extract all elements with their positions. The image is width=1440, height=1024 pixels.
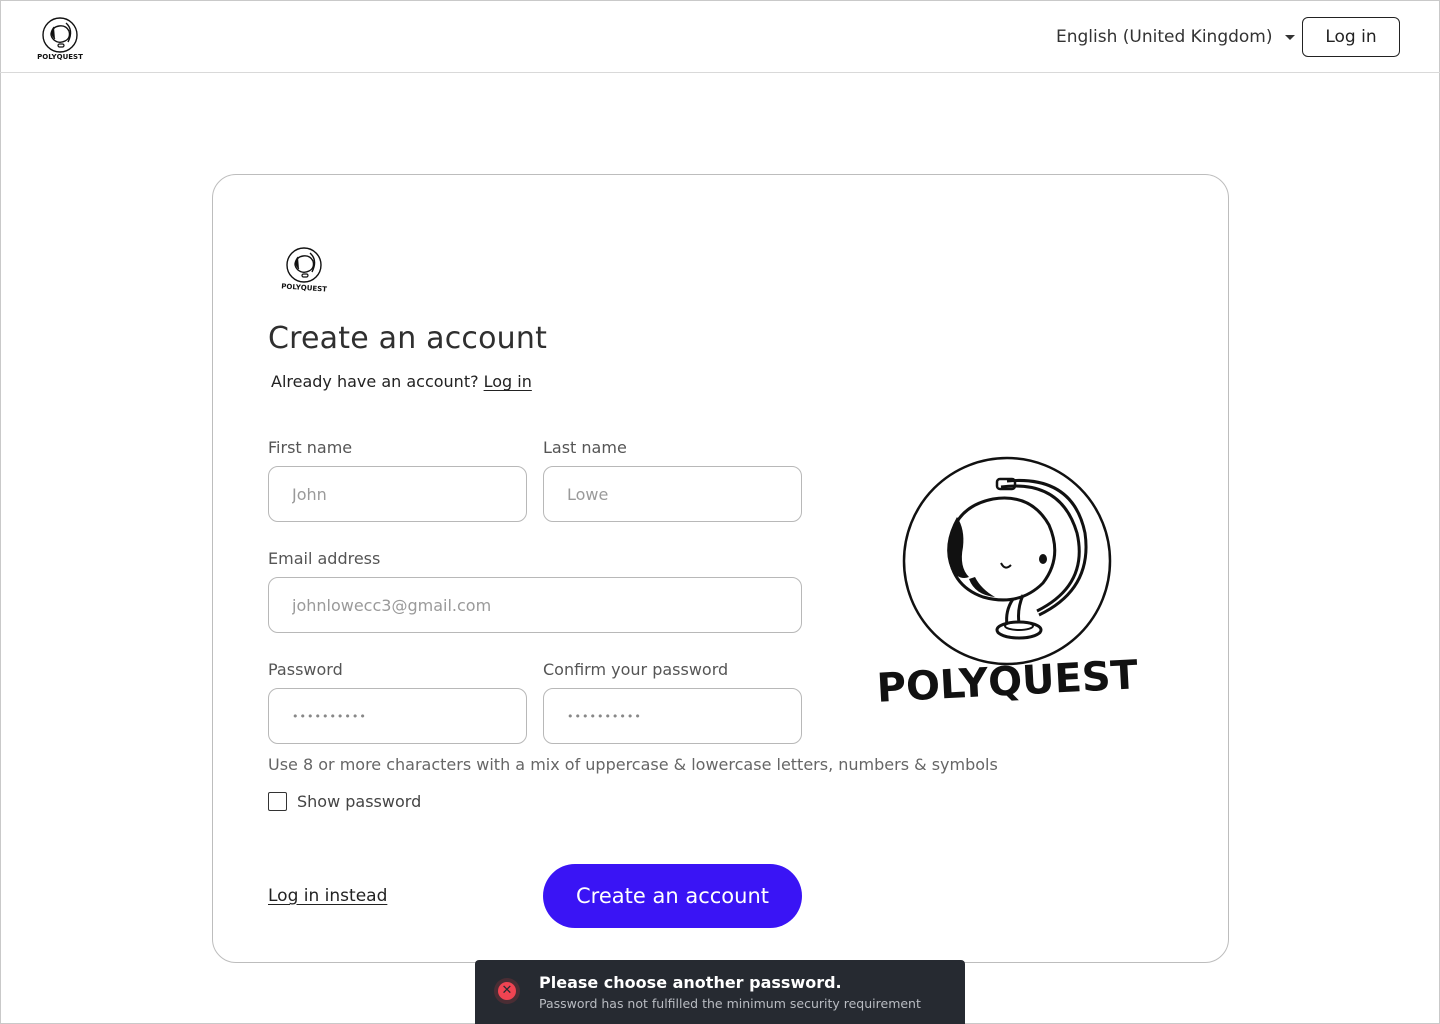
create-account-button[interactable]: Create an account	[543, 864, 802, 928]
brand-logo[interactable]: POLYQUEST	[36, 14, 84, 62]
hero-brand-logo: POLYQUEST	[873, 455, 1143, 715]
first-name-input[interactable]	[268, 466, 527, 522]
globe-illustration-icon: POLYQUEST	[876, 456, 1140, 712]
globe-logo-icon: POLYQUEST	[37, 17, 83, 61]
svg-text:POLYQUEST: POLYQUEST	[37, 53, 83, 61]
error-toast: ✕ Please choose another password. Passwo…	[475, 960, 965, 1024]
show-password-toggle[interactable]: Show password	[268, 792, 421, 811]
have-account-row: Already have an account? Log in	[271, 372, 532, 391]
header-login-button[interactable]: Log in	[1302, 17, 1400, 57]
toast-title: Please choose another password.	[539, 973, 842, 992]
signup-card: POLYQUEST Create an account Already have…	[212, 174, 1229, 963]
last-name-label: Last name	[543, 438, 627, 457]
login-link[interactable]: Log in	[484, 372, 532, 391]
show-password-checkbox[interactable]	[268, 792, 287, 811]
language-label: English (United Kingdom)	[1056, 27, 1273, 47]
page-title: Create an account	[268, 321, 548, 356]
toast-message: Password has not fulfilled the minimum s…	[539, 996, 921, 1011]
card-brand-logo: POLYQUEST	[281, 245, 329, 295]
last-name-input[interactable]	[543, 466, 802, 522]
email-label: Email address	[268, 549, 381, 568]
confirm-password-input[interactable]	[543, 688, 802, 744]
svg-text:POLYQUEST: POLYQUEST	[281, 282, 327, 293]
confirm-password-label: Confirm your password	[543, 660, 729, 679]
password-label: Password	[268, 660, 343, 679]
show-password-label: Show password	[297, 792, 422, 811]
top-bar: POLYQUEST English (United Kingdom) Log i…	[0, 0, 1440, 73]
caret-down-icon	[1284, 34, 1295, 40]
error-icon: ✕	[494, 978, 520, 1004]
globe-logo-icon: POLYQUEST	[281, 247, 327, 294]
svg-text:POLYQUEST: POLYQUEST	[876, 652, 1140, 712]
language-select[interactable]: English (United Kingdom)	[1056, 24, 1295, 50]
login-instead-link[interactable]: Log in instead	[268, 886, 387, 906]
have-account-text: Already have an account?	[271, 372, 479, 391]
password-hint: Use 8 or more characters with a mix of u…	[268, 755, 998, 774]
password-input[interactable]	[268, 688, 527, 744]
first-name-label: First name	[268, 438, 353, 457]
email-input[interactable]	[268, 577, 802, 633]
